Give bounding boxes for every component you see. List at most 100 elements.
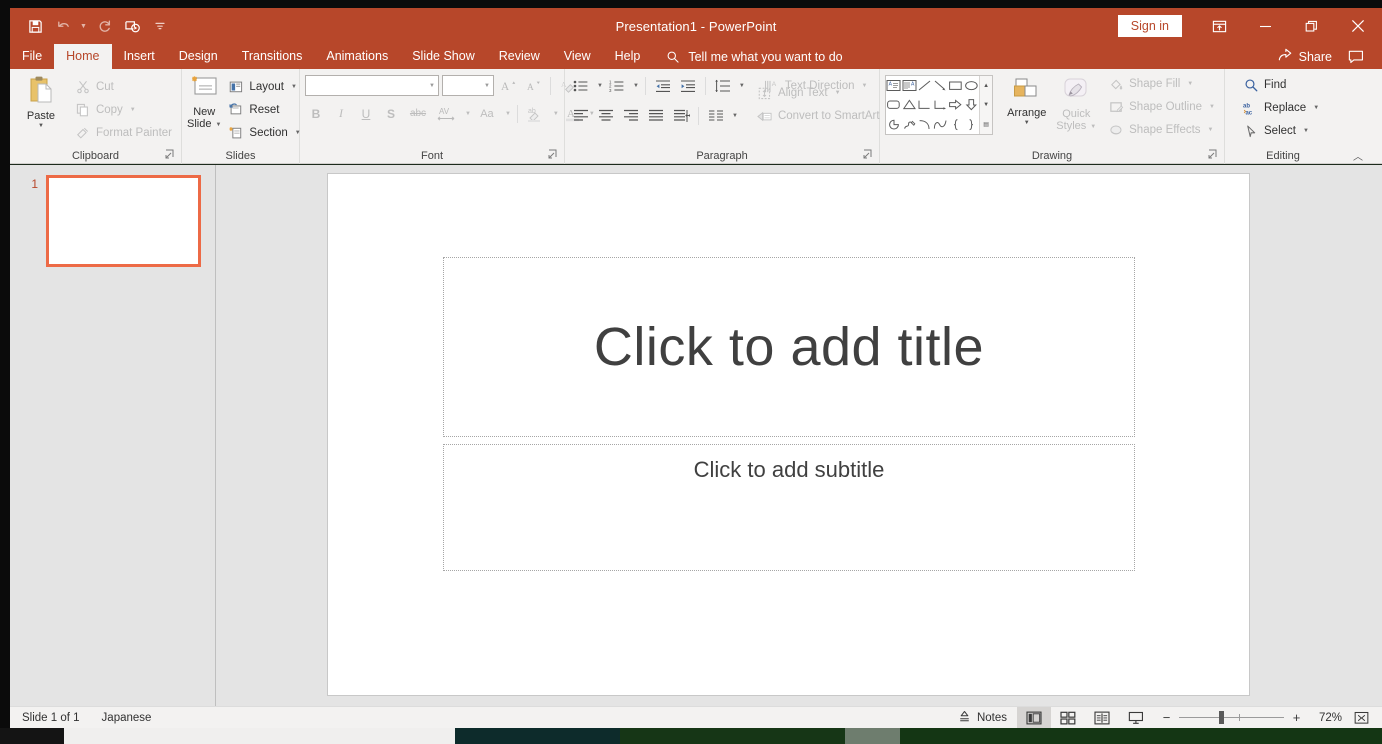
freeform-shape[interactable] xyxy=(902,115,918,134)
font-name-dropdown-icon[interactable]: ▼ xyxy=(429,83,435,89)
zoom-level-label[interactable]: 72% xyxy=(1310,712,1342,724)
quick-styles-dropdown-icon[interactable]: ▼ xyxy=(1090,124,1096,130)
close-icon[interactable] xyxy=(1334,8,1382,44)
numbering-icon[interactable]: 123 xyxy=(606,76,628,97)
font-size-input[interactable]: ▼ xyxy=(442,75,494,96)
rounded-rectangle-shape[interactable] xyxy=(886,95,902,114)
undo-icon[interactable] xyxy=(50,13,76,39)
decrease-font-size-button[interactable]: A xyxy=(522,75,544,96)
tab-transitions[interactable]: Transitions xyxy=(230,44,315,69)
bullets-icon[interactable] xyxy=(570,76,592,97)
rectangle-shape[interactable] xyxy=(948,76,964,95)
arc-shape[interactable] xyxy=(917,115,933,134)
minimize-icon[interactable] xyxy=(1242,8,1288,44)
paragraph-dialog-launcher-icon[interactable] xyxy=(863,149,873,159)
font-name-input[interactable]: ▼ xyxy=(305,75,439,96)
tab-slide-show[interactable]: Slide Show xyxy=(400,44,487,69)
increase-font-size-button[interactable]: A xyxy=(497,75,519,96)
align-right-icon[interactable] xyxy=(620,105,642,126)
restore-icon[interactable] xyxy=(1288,8,1334,44)
zoom-out-button[interactable]: − xyxy=(1161,710,1172,725)
comment-icon[interactable] xyxy=(1342,44,1376,69)
quick-styles-button[interactable]: Quick Styles ▼ xyxy=(1052,75,1100,132)
sign-in-button[interactable]: Sign in xyxy=(1117,15,1182,37)
shape-fill-dropdown-icon[interactable]: ▼ xyxy=(1187,81,1193,87)
shape-effects-dropdown-icon[interactable]: ▼ xyxy=(1208,127,1214,133)
right-brace-shape[interactable] xyxy=(964,115,980,134)
italic-button[interactable]: I xyxy=(330,103,352,124)
replace-button[interactable]: ab ac Replace ▼ xyxy=(1239,97,1323,119)
down-arrow-shape[interactable] xyxy=(964,95,980,114)
columns-dropdown-icon[interactable]: ▼ xyxy=(732,113,738,119)
paste-dropdown-icon[interactable]: ▼ xyxy=(38,123,44,129)
slide-show-icon[interactable] xyxy=(1119,707,1153,729)
chevron-up-icon[interactable]: ︿ xyxy=(1353,148,1363,163)
text-highlight-color-button[interactable]: ab xyxy=(524,103,548,124)
font-dialog-launcher-icon[interactable] xyxy=(548,149,558,159)
shape-fill-button[interactable]: Shape Fill ▼ xyxy=(1104,73,1219,95)
arrange-dropdown-icon[interactable]: ▼ xyxy=(1024,120,1030,126)
undo-dropdown-icon[interactable]: ▼ xyxy=(78,13,89,39)
share-button[interactable]: Share xyxy=(1268,44,1342,69)
line-spacing-icon[interactable] xyxy=(712,76,734,97)
line-shape[interactable] xyxy=(917,76,933,95)
text-highlight-dropdown-icon[interactable]: ▼ xyxy=(553,111,559,117)
bold-button[interactable]: B xyxy=(305,103,327,124)
section-button[interactable]: Section ▼ xyxy=(224,122,304,144)
customize-quick-access-toolbar-icon[interactable] xyxy=(147,13,173,39)
decrease-indent-icon[interactable] xyxy=(652,76,674,97)
pie-shape[interactable] xyxy=(886,115,902,134)
subtitle-placeholder[interactable]: Click to add subtitle xyxy=(443,444,1135,571)
shapes-gallery[interactable]: A A ▲ ▼ ▤ xyxy=(885,75,994,135)
title-placeholder[interactable]: Click to add title xyxy=(443,257,1135,437)
tab-help[interactable]: Help xyxy=(603,44,653,69)
redo-icon[interactable] xyxy=(91,13,117,39)
tab-insert[interactable]: Insert xyxy=(112,44,167,69)
thumbnail-item[interactable]: 1 xyxy=(10,165,215,267)
tab-view[interactable]: View xyxy=(552,44,603,69)
line-spacing-dropdown-icon[interactable]: ▼ xyxy=(739,83,745,89)
character-spacing-dropdown-icon[interactable]: ▼ xyxy=(465,111,471,117)
arrange-button[interactable]: Arrange ▼ xyxy=(1001,75,1052,126)
find-button[interactable]: Find xyxy=(1239,74,1323,96)
wave-shape[interactable] xyxy=(933,115,949,134)
paste-button[interactable]: Paste ▼ xyxy=(15,73,67,129)
shape-outline-button[interactable]: Shape Outline ▼ xyxy=(1104,96,1219,118)
columns-icon[interactable] xyxy=(705,105,727,126)
zoom-slider-handle[interactable] xyxy=(1219,711,1224,724)
clipboard-dialog-launcher-icon[interactable] xyxy=(165,149,175,159)
numbering-dropdown-icon[interactable]: ▼ xyxy=(633,83,639,89)
language-label[interactable]: Japanese xyxy=(102,712,152,724)
oval-shape[interactable] xyxy=(964,76,980,95)
bullets-dropdown-icon[interactable]: ▼ xyxy=(597,83,603,89)
zoom-in-button[interactable]: + xyxy=(1291,710,1302,725)
align-text-dropdown-icon[interactable]: ▼ xyxy=(835,90,841,96)
copy-dropdown-icon[interactable]: ▼ xyxy=(130,107,136,113)
shapes-scroll[interactable]: ▲ ▼ ▤ xyxy=(979,76,993,134)
new-slide-button[interactable]: New Slide ▼ xyxy=(187,73,221,130)
slide-count-label[interactable]: Slide 1 of 1 xyxy=(22,712,80,724)
change-case-dropdown-icon[interactable]: ▼ xyxy=(505,111,511,117)
convert-to-smartart-button[interactable]: Convert to SmartArt ▼ xyxy=(753,105,897,127)
font-size-dropdown-icon[interactable]: ▼ xyxy=(484,83,490,89)
shapes-more-icon[interactable]: ▤ xyxy=(980,115,992,134)
reading-view-icon[interactable] xyxy=(1085,707,1119,729)
replace-dropdown-icon[interactable]: ▼ xyxy=(1313,105,1319,111)
change-case-button[interactable]: Aa xyxy=(474,103,500,124)
elbow-connector-shape[interactable] xyxy=(917,95,933,114)
normal-view-icon[interactable] xyxy=(1017,706,1051,729)
tab-home[interactable]: Home xyxy=(54,44,112,69)
reset-button[interactable]: Reset xyxy=(224,99,304,121)
layout-button[interactable]: Layout ▼ xyxy=(224,76,304,98)
drawing-dialog-launcher-icon[interactable] xyxy=(1208,149,1218,159)
distributed-align-icon[interactable] xyxy=(670,105,692,126)
fit-slide-to-window-icon[interactable] xyxy=(1348,707,1374,729)
zoom-slider[interactable] xyxy=(1179,711,1284,725)
layout-dropdown-icon[interactable]: ▼ xyxy=(291,84,297,90)
slide-canvas[interactable]: Click to add title Click to add subtitle xyxy=(328,174,1249,695)
arrow-shape[interactable] xyxy=(933,76,949,95)
align-text-button[interactable]: Align Text ▼ xyxy=(753,82,897,104)
copy-button[interactable]: Copy ▼ xyxy=(71,99,176,121)
tab-animations[interactable]: Animations xyxy=(314,44,400,69)
strikethrough-button[interactable]: abc xyxy=(405,103,431,124)
